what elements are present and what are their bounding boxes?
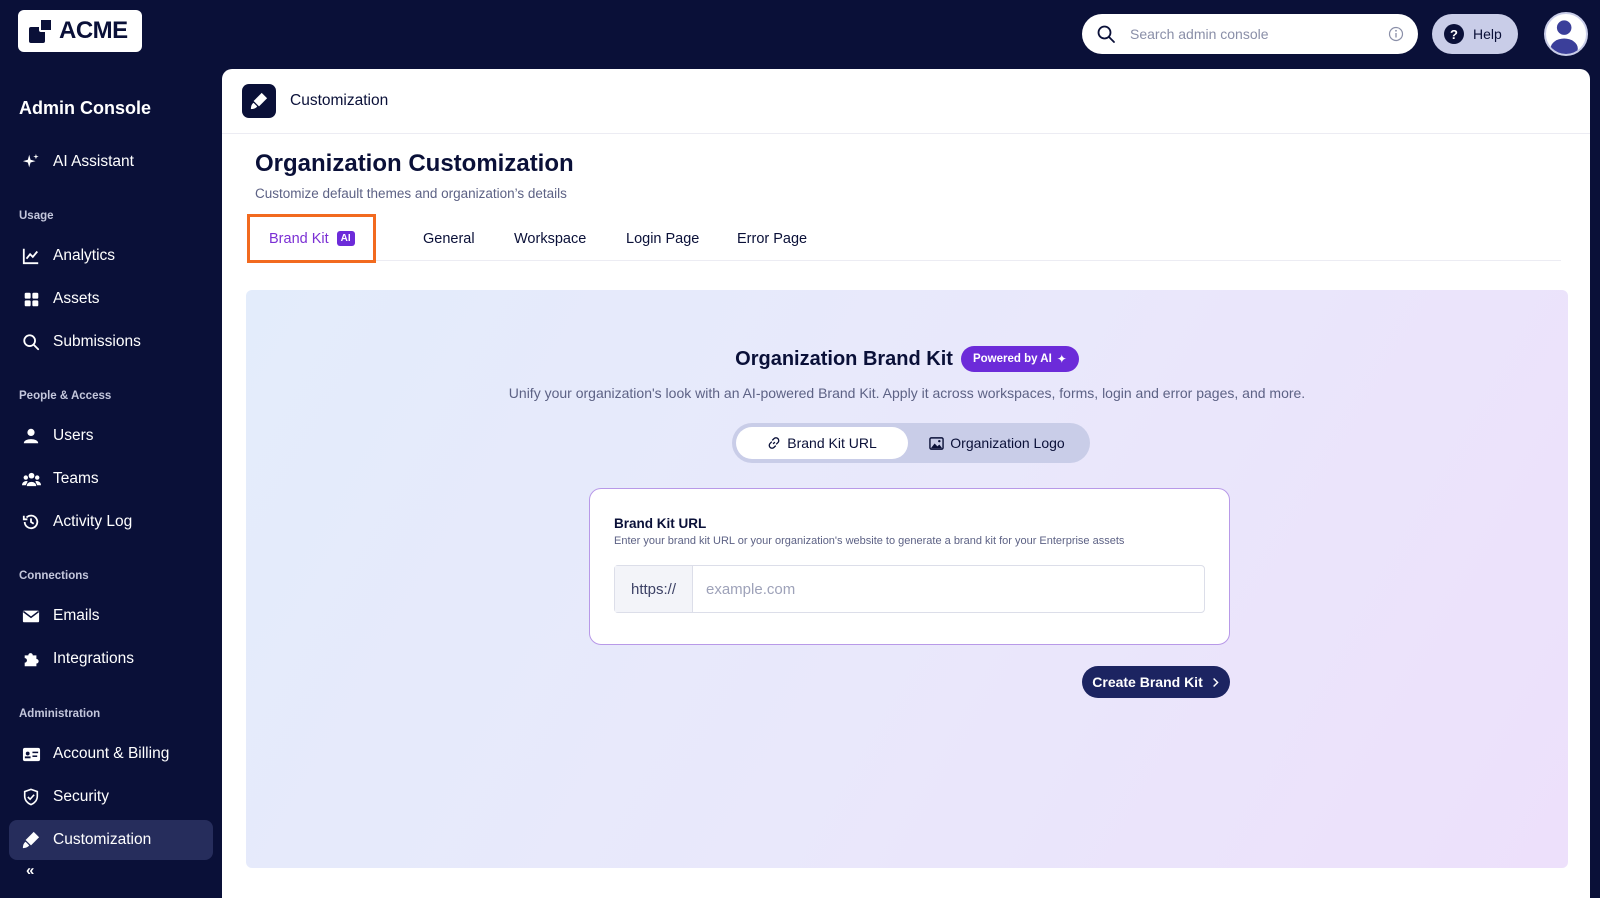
brand-kit-title: Organization Brand Kit [735, 347, 953, 370]
info-icon[interactable] [1388, 26, 1404, 42]
segment-label: Organization Logo [950, 435, 1065, 451]
sidebar-item-integrations[interactable]: Integrations [9, 639, 213, 679]
sidebar-item-customization[interactable]: Customization [9, 820, 213, 860]
tab-bar: Brand Kit AI General Workspace Login Pag… [247, 214, 1561, 263]
tab-login-page[interactable]: Login Page [626, 217, 699, 261]
brand-kit-panel: Organization Brand Kit Powered by AI ✦ U… [246, 290, 1568, 868]
help-label: Help [1473, 26, 1502, 42]
user-avatar[interactable] [1544, 12, 1588, 56]
tab-error-page[interactable]: Error Page [737, 217, 807, 261]
sparkle-icon [21, 152, 41, 172]
acme-logo-icon [29, 18, 55, 44]
brand-kit-source-toggle: Brand Kit URL Organization Logo [732, 423, 1090, 463]
tab-brand-kit[interactable]: Brand Kit AI [247, 214, 376, 263]
main-panel: Customization Organization Customization… [222, 69, 1590, 898]
sidebar-item-label: Assets [53, 290, 100, 307]
brand-kit-header: Organization Brand Kit Powered by AI ✦ [246, 346, 1568, 372]
brush-icon [21, 830, 41, 850]
tab-label: Workspace [514, 231, 587, 247]
magnifier-icon [21, 332, 41, 352]
link-icon [767, 436, 781, 450]
search-icon [1097, 25, 1115, 43]
button-label: Create Brand Kit [1092, 674, 1203, 690]
sidebar-section-connections: Connections [19, 570, 89, 582]
sidebar-item-label: Integrations [53, 650, 134, 667]
url-prefix: https:// [615, 566, 693, 612]
search-bar[interactable] [1082, 14, 1418, 54]
sidebar-item-label: Emails [53, 607, 100, 624]
sidebar-section-people: People & Access [19, 390, 112, 402]
brand-kit-url-card: Brand Kit URL Enter your brand kit URL o… [589, 488, 1230, 645]
tab-label: Login Page [626, 231, 700, 247]
search-input[interactable] [1130, 26, 1388, 42]
page-title: Organization Customization [255, 150, 574, 177]
sidebar-item-account-billing[interactable]: Account & Billing [9, 734, 213, 774]
user-avatar-icon [1550, 20, 1578, 54]
question-icon: ? [1444, 24, 1464, 44]
page-subtitle: Customize default themes and organizatio… [255, 186, 567, 201]
id-card-icon [21, 744, 41, 764]
ai-badge: AI [336, 231, 355, 246]
sidebar-item-label: Users [53, 427, 94, 444]
collapse-sidebar-icon[interactable]: « [26, 862, 35, 879]
chart-icon [21, 246, 41, 266]
shield-icon [21, 787, 41, 807]
segment-label: Brand Kit URL [787, 435, 877, 451]
segment-organization-logo[interactable]: Organization Logo [908, 427, 1086, 459]
sidebar-section-usage: Usage [19, 210, 54, 222]
sidebar-item-label: Teams [53, 470, 99, 487]
sidebar-title: Admin Console [19, 98, 152, 118]
sidebar-item-emails[interactable]: Emails [9, 596, 213, 636]
sidebar-item-label: Security [53, 788, 109, 805]
sidebar-item-label: Customization [53, 831, 152, 848]
brand-kit-description: Unify your organization's look with an A… [508, 385, 1306, 401]
user-icon [21, 426, 41, 446]
sparkle-icon: ✦ [1056, 352, 1067, 366]
acme-logo[interactable]: ACME [18, 10, 142, 52]
badge-label: Powered by AI [972, 353, 1052, 365]
sidebar-item-submissions[interactable]: Submissions [9, 322, 213, 362]
brand-kit-url-input[interactable] [693, 566, 1204, 612]
brush-icon [242, 84, 276, 118]
sidebar-item-label: Account & Billing [53, 745, 170, 762]
sidebar-item-label: AI Assistant [53, 153, 134, 170]
grid-icon [21, 289, 41, 309]
sidebar-item-assets[interactable]: Assets [9, 279, 213, 319]
tab-label: General [423, 231, 475, 247]
sidebar-item-users[interactable]: Users [9, 416, 213, 456]
sidebar-item-security[interactable]: Security [9, 777, 213, 817]
sidebar-item-ai-assistant[interactable]: AI Assistant [9, 142, 213, 182]
powered-by-ai-badge: Powered by AI ✦ [960, 346, 1079, 372]
sidebar-section-administration: Administration [19, 708, 101, 720]
tab-general[interactable]: General [423, 217, 475, 261]
history-icon [21, 512, 41, 532]
sidebar-item-analytics[interactable]: Analytics [9, 236, 213, 276]
team-icon [21, 469, 41, 489]
sidebar-item-label: Analytics [53, 247, 116, 264]
help-button[interactable]: ? Help [1432, 14, 1518, 54]
segment-brand-kit-url[interactable]: Brand Kit URL [736, 427, 908, 459]
image-icon [929, 436, 945, 451]
create-brand-kit-button[interactable]: Create Brand Kit [1082, 666, 1230, 698]
puzzle-icon [21, 649, 41, 669]
logo-text: ACME [59, 17, 128, 44]
sidebar: Admin Console AI Assistant Usage Analyti… [0, 70, 222, 898]
brand-kit-url-field[interactable]: https:// [614, 565, 1205, 613]
envelope-icon [21, 606, 41, 626]
tab-workspace[interactable]: Workspace [514, 217, 586, 261]
sidebar-item-teams[interactable]: Teams [9, 459, 213, 499]
tab-label: Brand Kit [269, 230, 329, 247]
tab-label: Error Page [737, 231, 808, 247]
chevron-right-icon [1212, 677, 1220, 688]
card-title: Brand Kit URL [614, 516, 707, 531]
card-description: Enter your brand kit URL or your organiz… [614, 535, 1125, 547]
sidebar-item-activity-log[interactable]: Activity Log [9, 502, 213, 542]
breadcrumb-label: Customization [290, 92, 389, 109]
sidebar-item-label: Submissions [53, 333, 141, 350]
breadcrumb: Customization [222, 69, 1590, 134]
sidebar-item-label: Activity Log [53, 513, 133, 530]
